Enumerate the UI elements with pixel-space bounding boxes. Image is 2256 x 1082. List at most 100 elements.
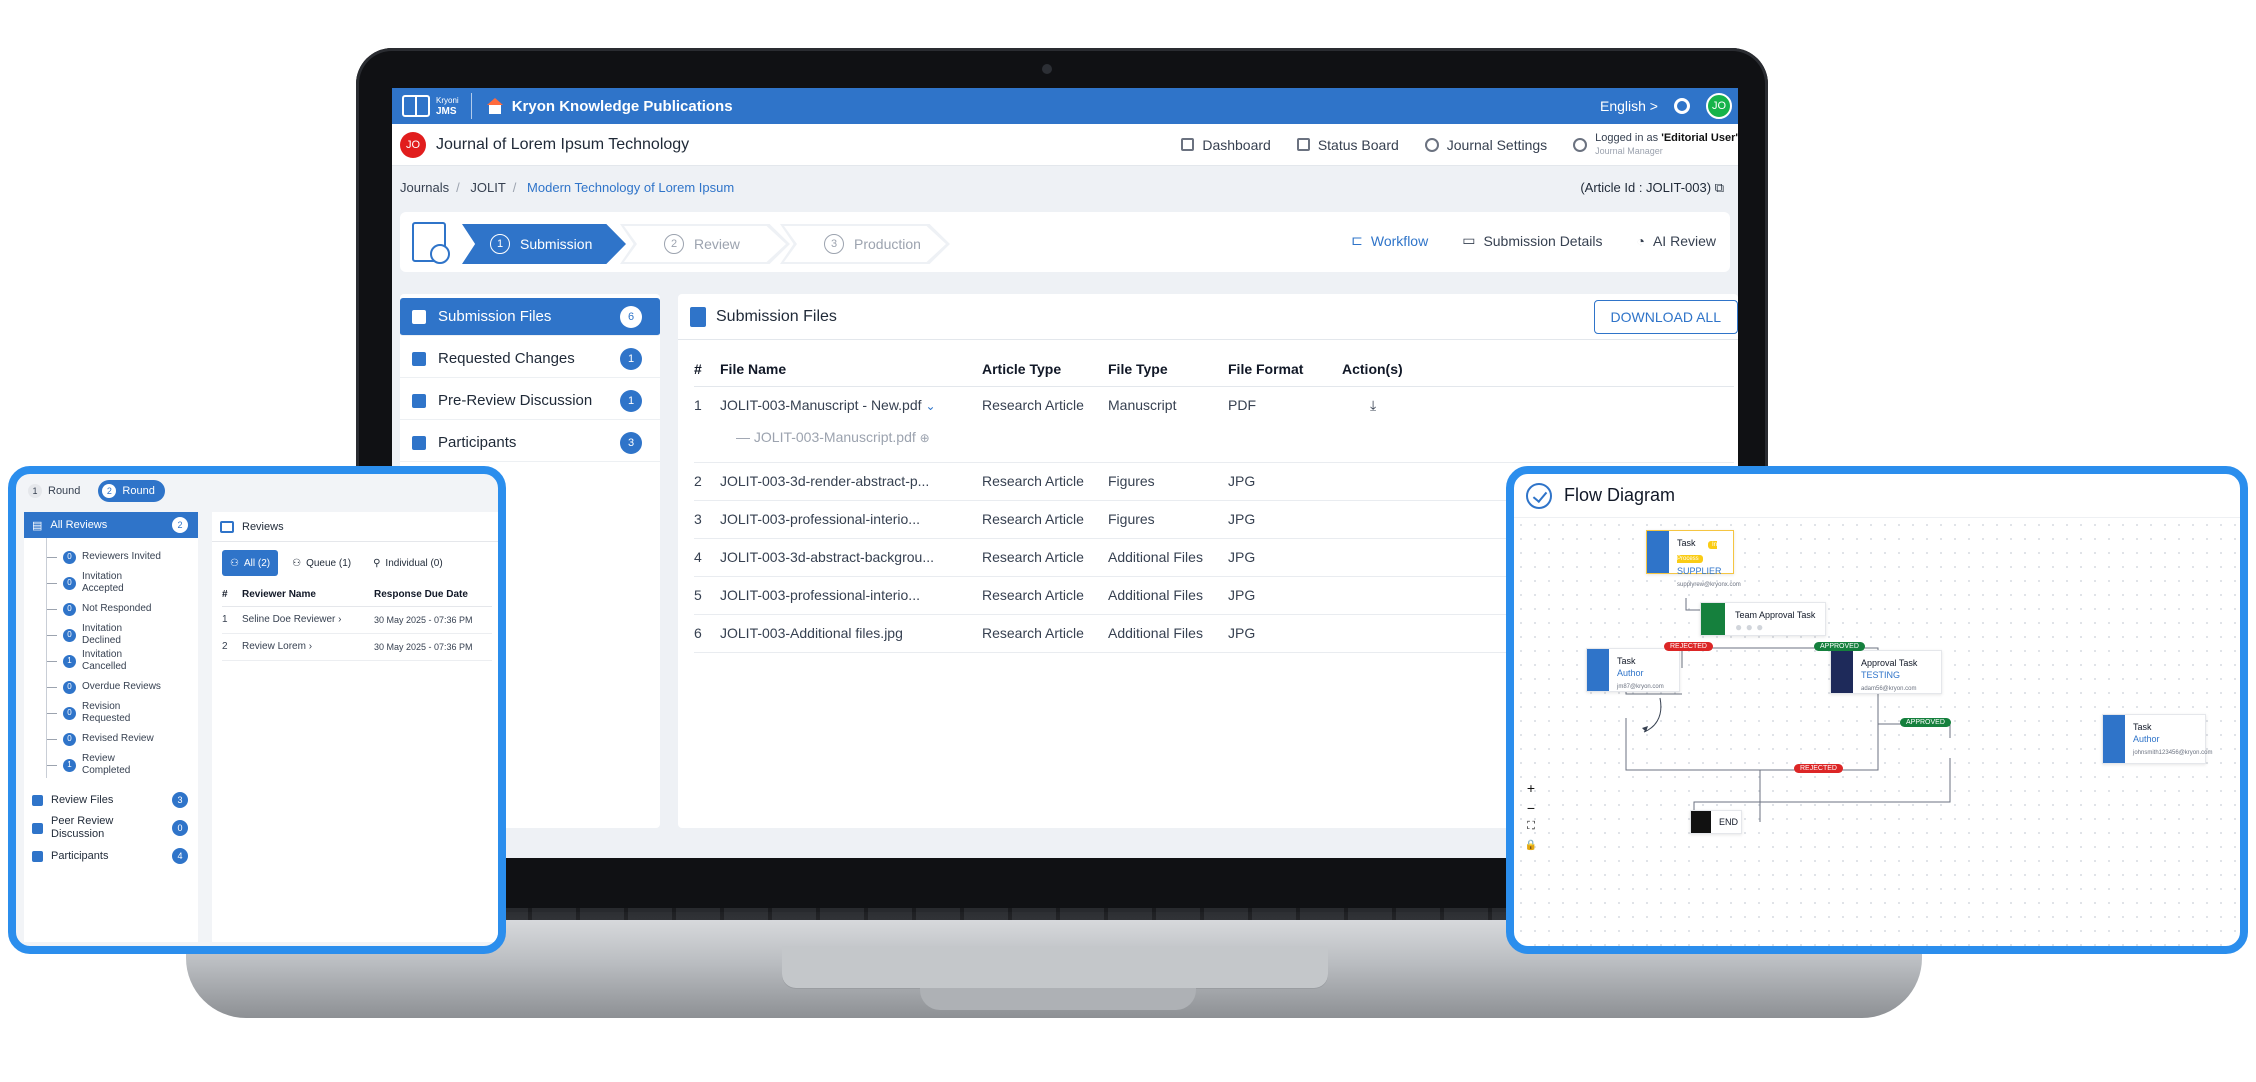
journal-bar: JO Journal of Lorem Ipsum Technology Das… (392, 124, 1738, 166)
workflow-button[interactable]: ⊏ Workflow (1351, 232, 1428, 249)
row-num: 2 (694, 462, 720, 501)
gear-icon[interactable] (1674, 98, 1690, 114)
review-section-item[interactable]: Participants 4 (24, 842, 198, 870)
step-number: 1 (490, 234, 510, 254)
download-all-button[interactable]: DOWNLOAD ALL (1593, 300, 1738, 334)
zoom-in-button[interactable]: + (1524, 780, 1538, 796)
review-status-item[interactable]: 1 Invitation Cancelled (47, 648, 198, 674)
step-label: Submission (520, 236, 593, 252)
crumb-journals[interactable]: Journals (400, 180, 449, 195)
app-logo[interactable]: Kryoni JMS (402, 95, 459, 117)
table-row[interactable]: 1 Seline Doe Reviewer › 30 May 2025 - 07:3… (222, 606, 492, 634)
step-submission[interactable]: 1 Submission (462, 224, 626, 264)
tab-individual[interactable]: ⚲ Individual (0) (365, 550, 451, 576)
fit-view-button[interactable]: ⛶ (1524, 820, 1538, 833)
status-label: Reviewers Invited (82, 551, 161, 562)
reviewer-link[interactable]: Review Lorem (242, 641, 306, 652)
file-name[interactable]: JOLIT-003-3d-render-abstract-p... (720, 462, 982, 501)
download-icon[interactable]: ⊕ (920, 431, 930, 445)
review-status-item[interactable]: 1 Review Completed (47, 752, 198, 778)
reviewer-link[interactable]: Seline Doe Reviewer (242, 614, 335, 625)
file-type: Figures (1108, 462, 1228, 501)
nav-status-board[interactable]: Status Board (1296, 137, 1399, 153)
review-status-item[interactable]: 0 Revision Requested (47, 700, 198, 726)
file-icon (690, 306, 706, 327)
approved-badge: APPROVED (1814, 642, 1865, 651)
review-status-item[interactable]: 0 Revised Review (47, 726, 198, 752)
nav-journal-settings[interactable]: Journal Settings (1424, 136, 1548, 153)
download-icon[interactable]: ⤓ (1342, 386, 1734, 463)
home-icon[interactable] (486, 98, 504, 114)
node-approval-task[interactable]: Approval Task TESTING adam56@kryon.com (1830, 650, 1942, 694)
col-article-type: Article Type (982, 352, 1108, 387)
file-type: Additional Files (1108, 538, 1228, 577)
tab-requested-changes[interactable]: Requested Changes 1 (400, 340, 660, 378)
row-num: 3 (694, 500, 720, 539)
reviews-main: Reviews ⚇ All (2) ⚇ Queue (1) ⚲ Individual … (212, 512, 498, 942)
file-format: JPG (1228, 614, 1342, 653)
node-author-task-2[interactable]: Task Author johnsmith123456@kryon.com (2102, 714, 2212, 764)
tab-participants[interactable]: Participants 3 (400, 424, 660, 462)
node-author-task[interactable]: Task Author jm87@kryon.com (1586, 648, 1680, 692)
users-icon (1573, 137, 1588, 152)
rejected-badge: REJECTED (1794, 764, 1843, 773)
tab-all[interactable]: ⚇ All (2) (222, 550, 279, 576)
tab-pre-review-discussion[interactable]: Pre-Review Discussion 1 (400, 382, 660, 420)
crumb-active[interactable]: Modern Technology of Lorem Ipsum (527, 180, 734, 195)
node-label: Task (2133, 722, 2152, 732)
user-avatar[interactable]: JO (1706, 93, 1732, 119)
tab-submission-files[interactable]: Submission Files 6 (400, 298, 660, 336)
review-status-item[interactable]: 0 Not Responded (47, 596, 198, 622)
login-info[interactable]: Logged in as 'Editorial User' Journal Man… (1573, 132, 1738, 158)
book-icon (402, 95, 430, 117)
workflow-label: Workflow (1370, 232, 1429, 249)
breadcrumb: Journals / JOLIT / Modern Technology of Lo… (400, 180, 735, 195)
copy-icon[interactable]: ⧉ (1715, 180, 1724, 195)
node-mail: adam56@kryon.com (1861, 686, 1917, 692)
review-section-item[interactable]: Review Files 3 (24, 786, 198, 814)
col-due-date: Response Due Date (374, 584, 492, 607)
review-status-item[interactable]: 0 Invitation Accepted (47, 570, 198, 596)
node-mail: supplyrew@kryonx.com (1677, 582, 1741, 588)
zoom-out-button[interactable]: − (1524, 800, 1538, 816)
submission-details-button[interactable]: ▭ Submission Details (1462, 232, 1602, 249)
review-status-item[interactable]: 0 Invitation Declined (47, 622, 198, 648)
sub-file-name[interactable]: JOLIT-003-Manuscript.pdf (754, 429, 916, 445)
table-row[interactable]: 1 JOLIT-003-Manuscript - New.pdf ⌄ — JOLIT… (694, 386, 1734, 463)
nav-journal-settings-label: Journal Settings (1446, 136, 1548, 153)
status-label: Revised Review (82, 733, 154, 744)
all-reviews-item[interactable]: ▤ All Reviews 2 (24, 512, 198, 538)
nav-dashboard-label: Dashboard (1202, 136, 1271, 153)
tab-count: 1 (620, 389, 642, 412)
login-role: 'Editorial User' (1661, 131, 1738, 144)
file-name[interactable]: JOLIT-003-3d-abstract-backgrou... (720, 538, 982, 577)
review-status-item[interactable]: 0 Overdue Reviews (47, 674, 198, 700)
language-selector[interactable]: English > (1600, 98, 1658, 114)
col-actions: Action(s) (1342, 352, 1734, 387)
step-review[interactable]: 2 Review (620, 224, 790, 264)
file-name[interactable]: JOLIT-003-professional-interio... (720, 576, 982, 615)
round-1-button[interactable]: 1 Round (24, 480, 90, 502)
flow-canvas[interactable]: Task In Process SUPPLIER supplyrew@kryon… (1514, 518, 2240, 946)
journal-title: Journal of Lorem Ipsum Technology (436, 135, 690, 153)
lock-button[interactable]: 🔒 (1524, 840, 1538, 851)
status-count: 0 (63, 680, 76, 694)
node-team-approval[interactable]: Team Approval Task ● ● ● (1700, 602, 1826, 636)
file-name[interactable]: JOLIT-003-Additional files.jpg (720, 614, 982, 653)
node-end[interactable]: END (1690, 810, 1742, 834)
table-row[interactable]: 2 Review Lorem › 30 May 2025 - 07:36 PM (222, 633, 492, 661)
review-status-item[interactable]: 0 Reviewers Invited (47, 544, 198, 570)
chevron-down-icon[interactable]: ⌄ (926, 399, 936, 413)
tab-queue[interactable]: ⚇ Queue (1) (284, 550, 359, 576)
review-section-item[interactable]: Peer Review Discussion 0 (24, 814, 198, 842)
nav-dashboard[interactable]: Dashboard (1181, 137, 1271, 153)
round-2-button[interactable]: 2 Round (98, 480, 165, 502)
file-name[interactable]: JOLIT-003-professional-interio... (720, 500, 982, 539)
tab-label: Requested Changes (438, 350, 575, 367)
crumb-jolit[interactable]: JOLIT (470, 180, 505, 195)
node-supplier-task[interactable]: Task In Process SUPPLIER supplyrew@kryon… (1646, 530, 1741, 588)
ai-review-button[interactable]: ◔ AI Review (1637, 232, 1717, 249)
step-production[interactable]: 3 Production (780, 224, 950, 264)
file-type: Additional Files (1108, 576, 1228, 615)
file-name[interactable]: JOLIT-003-Manuscript - New.pdf (720, 397, 922, 413)
